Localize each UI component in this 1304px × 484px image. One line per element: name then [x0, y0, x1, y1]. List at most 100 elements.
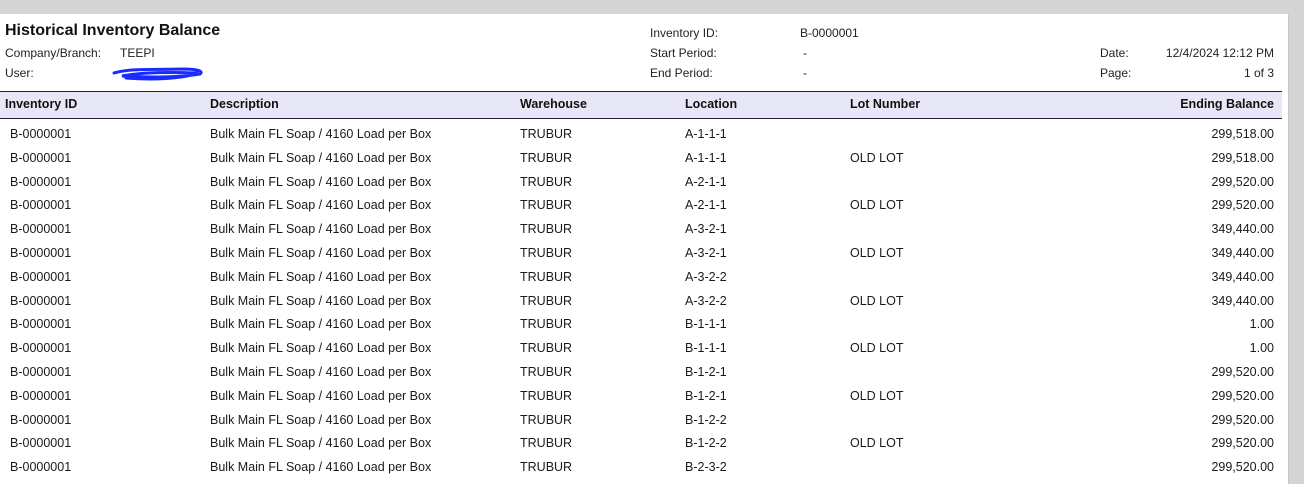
date-label: Date: [1100, 46, 1129, 60]
cell-location: B-1-2-1 [685, 388, 727, 403]
cell-lot-number: OLD LOT [850, 198, 904, 213]
cell-inventory-id: B-0000001 [10, 150, 72, 165]
cell-inventory-id: B-0000001 [10, 222, 72, 237]
cell-ending-balance: 299,520.00 [1211, 198, 1274, 213]
page-value: 1 of 3 [1243, 66, 1274, 80]
cell-location: A-3-2-2 [685, 293, 727, 308]
cell-inventory-id: B-0000001 [10, 174, 72, 189]
cell-location: B-2-3-2 [685, 460, 727, 475]
company-branch-label: Company/Branch: [5, 46, 102, 60]
cell-description: Bulk Main FL Soap / 4160 Load per Box [210, 269, 432, 284]
cell-warehouse: TRUBUR [520, 245, 573, 260]
cell-description: Bulk Main FL Soap / 4160 Load per Box [210, 222, 432, 237]
cell-description: Bulk Main FL Soap / 4160 Load per Box [210, 198, 432, 213]
start-period-value: - [803, 46, 807, 60]
cell-inventory-id: B-0000001 [10, 412, 72, 427]
cell-ending-balance: 349,440.00 [1211, 222, 1274, 237]
cell-location: B-1-2-1 [685, 364, 727, 379]
cell-inventory-id: B-0000001 [10, 364, 72, 379]
cell-warehouse: TRUBUR [520, 198, 573, 213]
cell-warehouse: TRUBUR [520, 293, 573, 308]
cell-description: Bulk Main FL Soap / 4160 Load per Box [210, 174, 432, 189]
cell-ending-balance: 1.00 [1249, 317, 1274, 332]
cell-warehouse: TRUBUR [520, 269, 573, 284]
cell-ending-balance: 299,520.00 [1211, 388, 1274, 403]
cell-description: Bulk Main FL Soap / 4160 Load per Box [210, 150, 432, 165]
cell-lot-number: OLD LOT [850, 245, 904, 260]
cell-description: Bulk Main FL Soap / 4160 Load per Box [210, 412, 432, 427]
column-header-location: Location [685, 97, 738, 111]
cell-location: A-3-2-1 [685, 222, 727, 237]
cell-ending-balance: 299,518.00 [1211, 127, 1274, 141]
cell-warehouse: TRUBUR [520, 127, 573, 141]
cell-location: B-1-1-1 [685, 341, 727, 356]
cell-description: Bulk Main FL Soap / 4160 Load per Box [210, 245, 432, 260]
column-header-description: Description [210, 97, 279, 111]
table-row: B-0000001 Bulk Main FL Soap / 4160 Load p… [0, 194, 1282, 218]
cell-location: A-1-1-1 [685, 150, 727, 165]
cell-lot-number: OLD LOT [850, 293, 904, 308]
table-row: B-0000001 Bulk Main FL Soap / 4160 Load p… [0, 290, 1282, 314]
cell-ending-balance: 299,520.00 [1211, 174, 1274, 189]
cell-warehouse: TRUBUR [520, 436, 573, 451]
column-header-ending-balance: Ending Balance [1180, 97, 1274, 111]
cell-warehouse: TRUBUR [520, 150, 573, 165]
cell-inventory-id: B-0000001 [10, 198, 72, 213]
cell-ending-balance: 349,440.00 [1211, 269, 1274, 284]
cell-inventory-id: B-0000001 [10, 388, 72, 403]
cell-ending-balance: 349,440.00 [1211, 293, 1274, 308]
cell-warehouse: TRUBUR [520, 341, 573, 356]
cell-inventory-id: B-0000001 [10, 293, 72, 308]
cell-inventory-id: B-0000001 [10, 269, 72, 284]
redaction-scribble [112, 67, 203, 81]
cell-location: A-2-1-1 [685, 198, 727, 213]
cell-warehouse: TRUBUR [520, 412, 573, 427]
column-header-warehouse: Warehouse [520, 97, 587, 111]
cell-location: A-3-2-2 [685, 269, 727, 284]
cell-warehouse: TRUBUR [520, 317, 573, 332]
cell-description: Bulk Main FL Soap / 4160 Load per Box [210, 293, 432, 308]
column-header-inventory-id: Inventory ID [5, 97, 78, 111]
cell-location: A-2-1-1 [685, 174, 727, 189]
cell-description: Bulk Main FL Soap / 4160 Load per Box [210, 317, 432, 332]
cell-description: Bulk Main FL Soap / 4160 Load per Box [210, 388, 432, 403]
cell-description: Bulk Main FL Soap / 4160 Load per Box [210, 364, 432, 379]
cell-warehouse: TRUBUR [520, 388, 573, 403]
cell-warehouse: TRUBUR [520, 222, 573, 237]
cell-description: Bulk Main FL Soap / 4160 Load per Box [210, 341, 432, 356]
table-row: B-0000001 Bulk Main FL Soap / 4160 Load p… [0, 409, 1282, 433]
cell-ending-balance: 299,520.00 [1211, 412, 1274, 427]
cell-lot-number: OLD LOT [850, 341, 904, 356]
page-label: Page: [1100, 66, 1132, 80]
table-row: B-0000001 Bulk Main FL Soap / 4160 Load p… [0, 432, 1282, 456]
cell-ending-balance: 299,518.00 [1211, 150, 1274, 165]
column-header-lot-number: Lot Number [850, 97, 921, 111]
cell-warehouse: TRUBUR [520, 174, 573, 189]
cell-location: B-1-1-1 [685, 317, 727, 332]
cell-ending-balance: 299,520.00 [1211, 436, 1274, 451]
date-value: 12/4/2024 12:12 PM [1165, 46, 1274, 60]
cell-ending-balance: 299,520.00 [1211, 364, 1274, 379]
cell-description: Bulk Main FL Soap / 4160 Load per Box [210, 436, 432, 451]
inventory-id-value: B-0000001 [800, 26, 859, 40]
cell-inventory-id: B-0000001 [10, 127, 72, 141]
end-period-label: End Period: [650, 66, 713, 80]
table-row: B-0000001 Bulk Main FL Soap / 4160 Load p… [0, 171, 1282, 195]
end-period-value: - [803, 66, 807, 80]
inventory-id-label: Inventory ID: [650, 26, 719, 40]
cell-inventory-id: B-0000001 [10, 245, 72, 260]
cell-description: Bulk Main FL Soap / 4160 Load per Box [210, 460, 432, 475]
table-row: B-0000001 Bulk Main FL Soap / 4160 Load p… [0, 337, 1282, 361]
report-page: Historical Inventory Balance Company/Bra… [0, 14, 1289, 484]
cell-location: A-3-2-1 [685, 245, 727, 260]
cell-location: B-1-2-2 [685, 436, 727, 451]
start-period-label: Start Period: [650, 46, 717, 60]
table-row: B-0000001 Bulk Main FL Soap / 4160 Load p… [0, 456, 1282, 480]
cell-ending-balance: 299,520.00 [1211, 460, 1274, 475]
table-row: B-0000001 Bulk Main FL Soap / 4160 Load p… [0, 147, 1282, 171]
company-branch-value: TEEPI [120, 46, 155, 60]
cell-inventory-id: B-0000001 [10, 317, 72, 332]
table-row: B-0000001 Bulk Main FL Soap / 4160 Load p… [0, 266, 1282, 290]
table-row: B-0000001 Bulk Main FL Soap / 4160 Load p… [0, 385, 1282, 409]
table-row: B-0000001 Bulk Main FL Soap / 4160 Load p… [0, 242, 1282, 266]
